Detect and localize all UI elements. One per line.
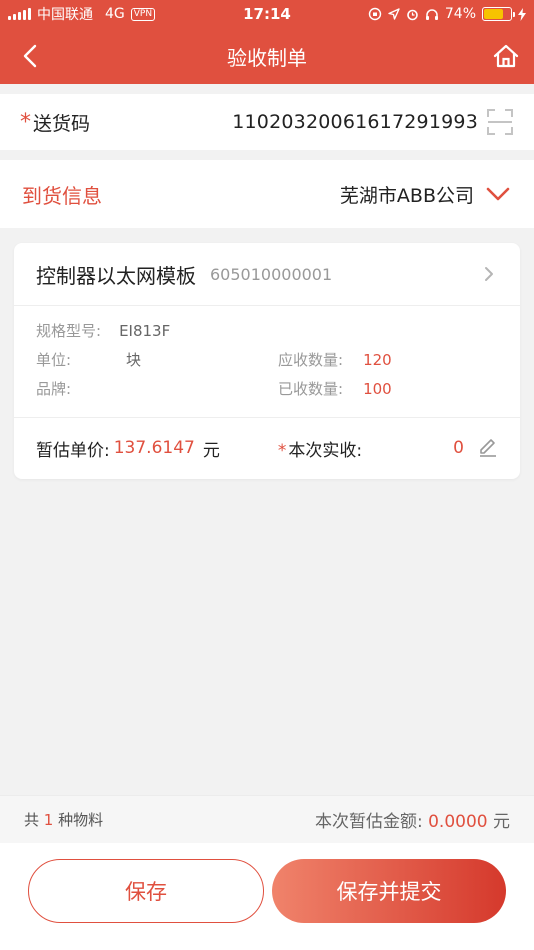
arrival-info-row[interactable]: 到货信息 芜湖市ABB公司	[0, 160, 534, 228]
alarm-icon	[407, 9, 418, 20]
price-unit: 元	[202, 440, 220, 461]
count-value: 1	[43, 811, 54, 829]
item-code: 605010000001	[210, 264, 333, 284]
status-right: 74%	[368, 6, 526, 22]
nav-bar: 验收制单	[0, 28, 534, 84]
item-name: 控制器以太网模板	[36, 263, 196, 288]
arrival-company-value: 芜湖市ABB公司	[339, 184, 474, 207]
material-count: 共 1 种物料	[24, 809, 103, 830]
battery-percent: 74%	[444, 6, 476, 22]
amount-unit: 元	[493, 812, 510, 832]
orientation-lock-icon	[368, 7, 382, 21]
headphones-icon	[425, 8, 438, 20]
delivery-code-label: 送货码	[33, 112, 91, 135]
action-bar: 保存 保存并提交	[0, 843, 534, 950]
edit-pencil-icon	[480, 439, 496, 457]
count-prefix: 共	[24, 811, 40, 829]
scan-icon	[487, 109, 513, 135]
battery-icon	[482, 7, 515, 21]
received-qty-value: 100	[363, 379, 392, 398]
actual-received-input[interactable]: 0	[453, 438, 464, 458]
header: 中国联通 4G VPN 17:14 74% 验收制单	[0, 0, 534, 84]
vpn-badge: VPN	[130, 7, 156, 21]
delivery-code-row: * 送货码 11020320061617291993	[0, 94, 534, 150]
amount-value: 0.0000	[428, 812, 488, 832]
chevron-down-icon	[486, 187, 510, 201]
clock: 17:14	[243, 5, 291, 23]
received-qty-label: 已收数量:	[278, 380, 344, 398]
price-value: 137.6147	[113, 438, 195, 458]
unit-value: 块	[126, 351, 142, 369]
item-card: 控制器以太网模板 605010000001 规格型号: EI813F 单位: 块…	[14, 243, 520, 479]
unit-field: 单位: 块	[36, 349, 141, 370]
carrier-label: 中国联通	[37, 7, 93, 23]
amount-label: 本次暂估金额:	[314, 812, 423, 832]
count-suffix: 种物料	[58, 811, 104, 829]
status-bar: 中国联通 4G VPN 17:14 74%	[0, 0, 534, 28]
edit-quantity-button[interactable]	[476, 436, 500, 460]
actual-received-label-text: 本次实收:	[288, 440, 363, 461]
spec-value: EI813F	[119, 321, 171, 340]
item-detail-arrow[interactable]	[480, 265, 498, 283]
back-arrow-icon	[23, 44, 37, 68]
due-qty-field: 应收数量: 120	[278, 349, 392, 370]
item-card-header[interactable]: 控制器以太网模板 605010000001	[14, 243, 520, 306]
price-label: 暂估单价:	[36, 440, 110, 461]
required-mark: *	[20, 109, 31, 135]
arrival-expand-button[interactable]	[484, 180, 512, 208]
summary-bar: 共 1 种物料 本次暂估金额: 0.0000 元	[0, 795, 534, 843]
item-card-body: 规格型号: EI813F 单位: 块 应收数量: 120 品牌: 已收数量: 1…	[14, 306, 520, 418]
arrival-info-label: 到货信息	[22, 183, 102, 208]
back-button[interactable]	[16, 42, 44, 70]
page-title: 验收制单	[227, 45, 307, 70]
brand-field: 品牌:	[36, 378, 71, 399]
charging-icon	[518, 7, 526, 21]
save-and-submit-button[interactable]: 保存并提交	[272, 859, 506, 923]
home-icon	[493, 44, 519, 68]
estimated-amount: 本次暂估金额: 0.0000 元	[315, 807, 510, 832]
due-qty-value: 120	[363, 350, 392, 369]
required-mark: *	[277, 440, 287, 461]
home-button[interactable]	[490, 40, 522, 72]
item-card-footer: 暂估单价: 137.6147 元 * 本次实收: 0	[14, 418, 520, 478]
chevron-right-icon	[485, 267, 493, 281]
signal-icon	[8, 8, 31, 20]
unit-label: 单位:	[36, 351, 72, 369]
scan-button[interactable]	[486, 108, 514, 136]
actual-received-label: * 本次实收:	[278, 436, 362, 461]
status-left: 中国联通 4G VPN	[8, 4, 156, 24]
spec-label: 规格型号:	[36, 322, 102, 340]
save-button[interactable]: 保存	[28, 859, 264, 923]
due-qty-label: 应收数量:	[278, 351, 344, 369]
spec-field: 规格型号: EI813F	[36, 320, 170, 341]
delivery-code-value[interactable]: 11020320061617291993	[232, 111, 478, 133]
network-label: 4G	[105, 6, 125, 22]
received-qty-field: 已收数量: 100	[278, 378, 392, 399]
brand-label: 品牌:	[36, 380, 72, 398]
location-icon	[388, 8, 400, 20]
